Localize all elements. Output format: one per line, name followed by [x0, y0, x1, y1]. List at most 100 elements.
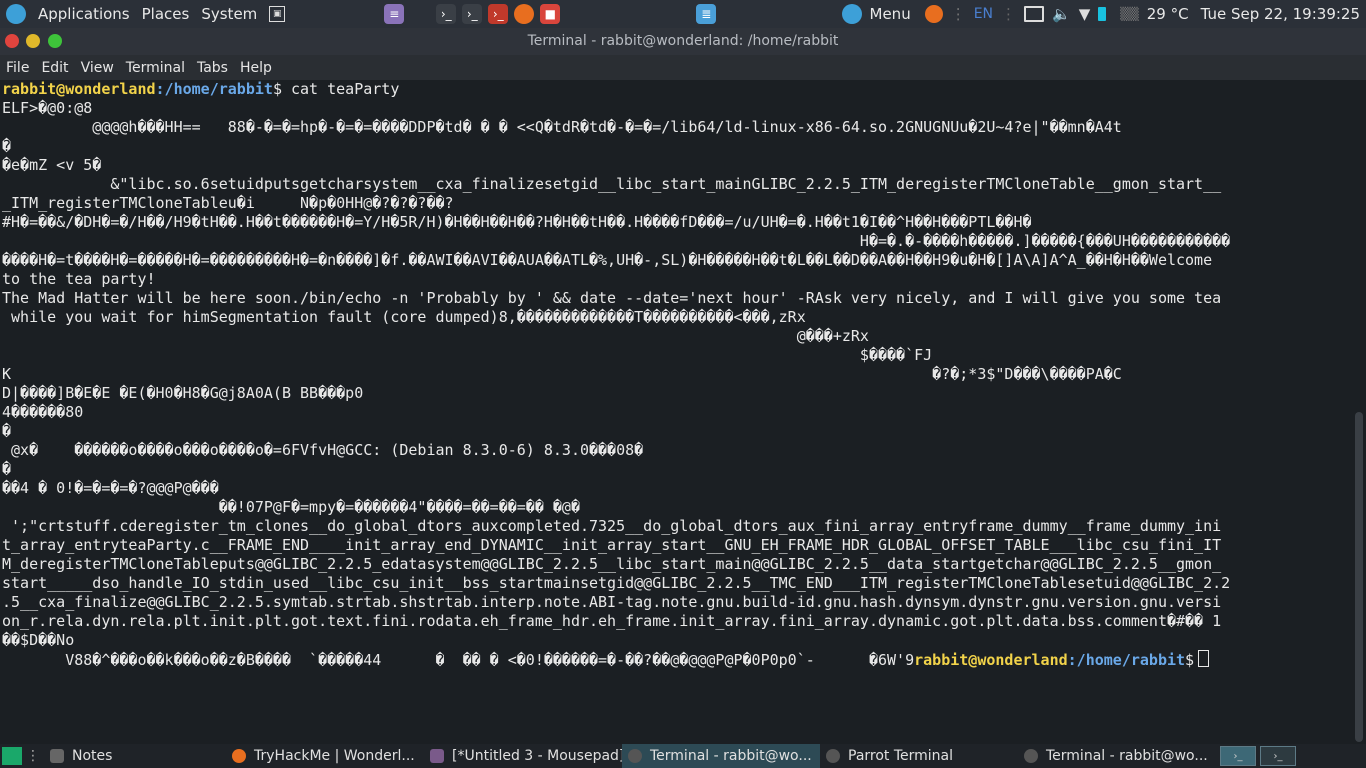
typed-command: cat teaParty — [281, 80, 400, 98]
terminal-output-line: ����H�=t����H�=�����H�=���������H�=�n���… — [2, 251, 1213, 269]
file-manager-icon[interactable]: ≣ — [696, 4, 717, 24]
parrot-logo-icon[interactable] — [6, 4, 26, 24]
recorder-launcher-icon[interactable]: ■ — [540, 4, 561, 24]
temperature-label[interactable]: 29 °C — [1147, 5, 1189, 23]
terminal-output-line: K �?�;*3$"D���\����PA�C — [2, 365, 1122, 383]
menu-help[interactable]: Help — [234, 60, 278, 76]
terminal-launcher-icon[interactable]: ›_ — [436, 4, 457, 24]
weather-icon[interactable]: ▒▒ — [1120, 7, 1138, 21]
clock-label[interactable]: Tue Sep 22, 19:39:25 — [1201, 5, 1360, 23]
menu-edit[interactable]: Edit — [35, 60, 74, 76]
terminal-output-line: The Mad Hatter will be here soon./bin/ec… — [2, 289, 1222, 307]
task-label: TryHackMe | Wonderl... — [254, 748, 415, 764]
terminal-output-line: �e�mZ <v 5� — [2, 156, 102, 174]
task-firefox[interactable]: TryHackMe | Wonderl... — [226, 744, 424, 768]
workspace-1[interactable]: ›_ — [1220, 746, 1256, 766]
task-terminal-active[interactable]: Terminal - rabbit@wo... — [622, 744, 820, 768]
menu-tabs[interactable]: Tabs — [191, 60, 234, 76]
show-desktop-button[interactable] — [2, 747, 22, 765]
terminal-output-line: @x� ������o����o���o����o�=6FVfvH@GCC: (… — [2, 441, 644, 459]
applications-menu[interactable]: Applications — [32, 0, 136, 28]
handle-icon: ⋮ — [26, 748, 40, 764]
terminal-output-line: H�=�.�-����h�����.]�����{���UH����������… — [2, 232, 1231, 250]
terminal-output-line: D|����]B�E�E �E(�H0�H8�G@j8A0A(B BB���p0 — [2, 384, 364, 402]
last-line-text: V88�^���o��k���o��z�B���� `�����44 � �� … — [2, 651, 915, 669]
wifi-icon[interactable]: ▼ — [1079, 5, 1091, 23]
terminal-output-line: � — [2, 137, 12, 155]
menu-terminal[interactable]: Terminal — [120, 60, 191, 76]
display-icon[interactable] — [1024, 6, 1045, 22]
mousepad-icon — [430, 749, 444, 763]
folder-icon — [50, 749, 64, 763]
terminal-output-line: @@@@h���HH== 88�-�=�=hp�-�=�=����DDP�td�… — [2, 118, 1122, 136]
terminal-output-line: ELF>�@0:@8 — [2, 99, 93, 117]
show-desktop-icon[interactable]: ▣ — [269, 6, 286, 22]
terminal-output-line: ��4 � 0!�=�=�=�?@@@P@��� — [2, 479, 219, 497]
terminal-icon — [1024, 749, 1038, 763]
task-terminal-2[interactable]: Terminal - rabbit@wo... — [1018, 744, 1216, 768]
prompt-symbol: $ — [1185, 651, 1195, 669]
system-menu[interactable]: System — [195, 0, 263, 28]
terminal-scrollbar[interactable] — [1352, 80, 1366, 744]
task-label: [*Untitled 3 - Mousepad] — [452, 748, 622, 764]
task-label: Terminal - rabbit@wo... — [650, 748, 812, 764]
terminal-output[interactable]: rabbit@wonderland:/home/rabbit$ cat teaP… — [0, 80, 1352, 744]
terminal-output-line: � — [2, 422, 12, 440]
prompt-line: rabbit@wonderland:/home/rabbit$ cat teaP… — [0, 80, 1352, 99]
task-notes[interactable]: Notes — [44, 744, 226, 768]
window-title: Terminal - rabbit@wonderland: /home/rabb… — [527, 33, 839, 49]
terminal-output-line: start_____dso_handle_IO_stdin_used__libc… — [2, 574, 1231, 592]
menu-file[interactable]: File — [0, 60, 35, 76]
firefox-icon[interactable] — [924, 5, 943, 23]
minimize-window-icon[interactable] — [26, 34, 40, 48]
top-panel: Applications Places System ▣ ≡ ›_ ›_ ›_ … — [0, 0, 1366, 28]
scrollbar-thumb[interactable] — [1355, 412, 1363, 742]
prompt-symbol: $ — [272, 80, 282, 98]
parrot-menu-icon[interactable] — [841, 4, 862, 24]
text-cursor — [1198, 650, 1210, 667]
prompt-path: :/home/rabbit — [155, 80, 273, 98]
terminal-output-line: #H�=��&/�DH�=�/H��/H9�tH��.H��t������H�=… — [2, 213, 1032, 231]
root-terminal-launcher-icon[interactable]: ›_ — [488, 4, 509, 24]
window-titlebar[interactable]: Terminal - rabbit@wonderland: /home/rabb… — [0, 28, 1366, 55]
terminal-output-line: ��!07P@F�=mpy�=������4"����=��=��=�� �@� — [2, 498, 580, 516]
terminal-output-line: &"libc.so.6setuidputsgetcharsystem__cxa_… — [2, 175, 1222, 193]
firefox-launcher-icon[interactable] — [514, 4, 535, 24]
bottom-taskbar: ⋮ Notes TryHackMe | Wonderl... [*Untitle… — [0, 744, 1366, 768]
terminal-output-line: M_deregisterTMCloneTableputs@@GLIBC_2.2.… — [2, 555, 1222, 573]
volume-icon[interactable]: 🔈 — [1052, 5, 1071, 23]
terminal-output-line: on_r.rela.dyn.rela.plt.init.plt.got.text… — [2, 612, 1222, 630]
places-menu[interactable]: Places — [136, 0, 196, 28]
separator-icon: ⋮ — [950, 5, 966, 23]
terminal-output-line: .5__cxa_finalize@@GLIBC_2.2.5.symtab.str… — [2, 593, 1222, 611]
terminal-output-line: ';"crtstuff.cderegister_tm_clones__do_gl… — [2, 517, 1222, 535]
last-output-line: V88�^���o��k���o��z�B���� `�����44 � �� … — [0, 650, 1352, 670]
menu-view[interactable]: View — [75, 60, 120, 76]
task-label: Notes — [72, 748, 113, 764]
keyboard-layout[interactable]: EN — [974, 6, 993, 22]
task-mousepad[interactable]: [*Untitled 3 - Mousepad] — [424, 744, 622, 768]
terminal-output-line: while you wait for himSegmentation fault… — [2, 308, 806, 326]
terminal-output-line: t_array_entryteaParty.c__FRAME_END____in… — [2, 536, 1222, 554]
maximize-window-icon[interactable] — [48, 34, 62, 48]
terminal-output-line: @���+zRx — [2, 327, 869, 345]
terminal-menubar: File Edit View Terminal Tabs Help — [0, 55, 1366, 80]
firefox-icon — [232, 749, 246, 763]
prompt-user-host: rabbit@wonderland — [2, 80, 156, 98]
terminal-icon — [826, 749, 840, 763]
task-parrot-terminal[interactable]: Parrot Terminal — [820, 744, 1018, 768]
prompt-user-host: rabbit@wonderland — [914, 651, 1068, 669]
terminal-output-line: 4������80 — [2, 403, 84, 421]
close-window-icon[interactable] — [5, 34, 19, 48]
task-label: Terminal - rabbit@wo... — [1046, 748, 1208, 764]
task-label: Parrot Terminal — [848, 748, 954, 764]
terminal-output-line: _ITM_registerTMCloneTableu�i N�p�0HH@�?�… — [2, 194, 454, 212]
terminal2-launcher-icon[interactable]: ›_ — [462, 4, 483, 24]
notes-launcher-icon[interactable]: ≡ — [384, 4, 405, 24]
terminal-output-line: ��$D��No — [2, 631, 75, 649]
workspace-2[interactable]: ›_ — [1260, 746, 1296, 766]
menu-button[interactable]: Menu — [870, 5, 911, 23]
terminal-icon — [628, 749, 642, 763]
battery-icon[interactable] — [1098, 7, 1107, 21]
separator-icon: ⋮ — [1001, 5, 1017, 23]
